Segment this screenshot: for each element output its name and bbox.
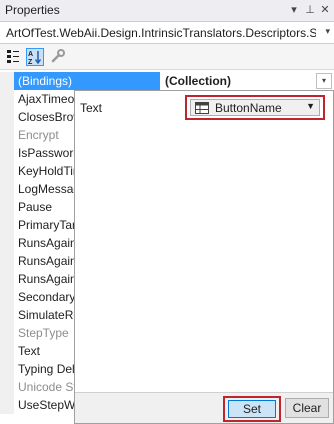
close-icon[interactable]: ✕ xyxy=(317,2,333,18)
property-name: Pause xyxy=(18,200,53,214)
property-name: LogMessage xyxy=(18,182,74,196)
grid-margin xyxy=(0,360,14,378)
grid-margin xyxy=(0,288,14,306)
grid-margin xyxy=(0,198,14,216)
chevron-down-icon[interactable]: ▾ xyxy=(325,26,330,37)
property-name: UseStepWait xyxy=(18,398,74,412)
grid-margin xyxy=(0,324,14,342)
property-name: AjaxTimeout xyxy=(18,92,74,106)
grid-margin xyxy=(0,378,14,396)
grid-margin xyxy=(0,216,14,234)
binding-editor-popup: Text ButtonName ▼ Set Clear xyxy=(74,90,334,424)
bindings-row[interactable]: (Bindings) (Collection) ▾ xyxy=(0,72,334,90)
categorized-button[interactable] xyxy=(5,48,23,66)
bindings-dropdown-button[interactable]: ▾ xyxy=(316,73,332,89)
property-name: SimulateRealTyping xyxy=(18,308,74,322)
grid-margin xyxy=(0,162,14,180)
alphabetical-icon: A Z xyxy=(28,51,42,66)
panel-title: Properties xyxy=(5,3,60,17)
grid-margin xyxy=(0,342,14,360)
set-button[interactable]: Set xyxy=(228,400,276,418)
bindings-value[interactable]: (Collection) xyxy=(165,74,231,88)
properties-toolbar: A Z xyxy=(0,44,334,70)
property-name: KeyHoldTime xyxy=(18,164,74,178)
property-name: RunsAgainst xyxy=(18,272,74,286)
grid-margin xyxy=(0,72,14,90)
wrench-icon xyxy=(51,49,65,63)
property-name: RunsAgainst xyxy=(18,236,74,250)
property-name: Typing Delay xyxy=(18,362,74,376)
properties-title-bar: Properties ▾ ⊥ ✕ xyxy=(0,0,334,22)
object-selector-value: ArtOfTest.WebAii.Design.IntrinsicTransla… xyxy=(6,26,316,40)
property-name: StepType xyxy=(18,326,69,340)
property-name: Unicode String xyxy=(18,380,74,394)
grid-margin xyxy=(0,252,14,270)
window-position-dropdown[interactable]: ▾ xyxy=(286,2,302,18)
pin-icon[interactable]: ⊥ xyxy=(302,2,318,18)
property-name: Text xyxy=(18,344,41,358)
bound-property-label: Text xyxy=(80,101,103,115)
property-name: RunsAgainst xyxy=(18,254,74,268)
alphabetical-button[interactable]: A Z xyxy=(26,48,44,66)
object-selector[interactable]: ArtOfTest.WebAii.Design.IntrinsicTransla… xyxy=(0,22,334,44)
property-name: ClosesBrowser xyxy=(18,110,74,124)
grid-margin xyxy=(0,396,14,414)
variable-value: ButtonName xyxy=(215,101,282,115)
grid-margin xyxy=(0,108,14,126)
table-icon xyxy=(195,102,209,114)
property-name-selected[interactable]: (Bindings) xyxy=(14,72,160,90)
grid-margin xyxy=(0,270,14,288)
popup-footer: Set Clear xyxy=(75,392,333,423)
property-name: PrimaryTarget xyxy=(18,218,74,232)
variable-dropdown[interactable]: ButtonName ▼ xyxy=(190,99,320,116)
dropdown-arrow-icon[interactable]: ▼ xyxy=(306,101,315,111)
clear-button[interactable]: Clear xyxy=(285,398,329,418)
property-name: SecondaryTarget xyxy=(18,290,74,304)
grid-margin xyxy=(0,180,14,198)
bindings-label: (Bindings) xyxy=(18,74,73,88)
svg-text:Z: Z xyxy=(28,59,33,65)
set-button-highlight: Set xyxy=(223,396,281,422)
grid-margin xyxy=(0,90,14,108)
property-name: IsPassword xyxy=(18,146,74,160)
categorized-icon xyxy=(7,50,19,63)
grid-margin xyxy=(0,234,14,252)
property-name: Encrypt xyxy=(18,128,59,142)
grid-margin xyxy=(0,144,14,162)
grid-margin xyxy=(0,306,14,324)
property-pages-button[interactable] xyxy=(50,48,68,66)
grid-margin xyxy=(0,126,14,144)
svg-text:A: A xyxy=(28,51,33,58)
variable-highlight: ButtonName ▼ xyxy=(185,95,325,120)
